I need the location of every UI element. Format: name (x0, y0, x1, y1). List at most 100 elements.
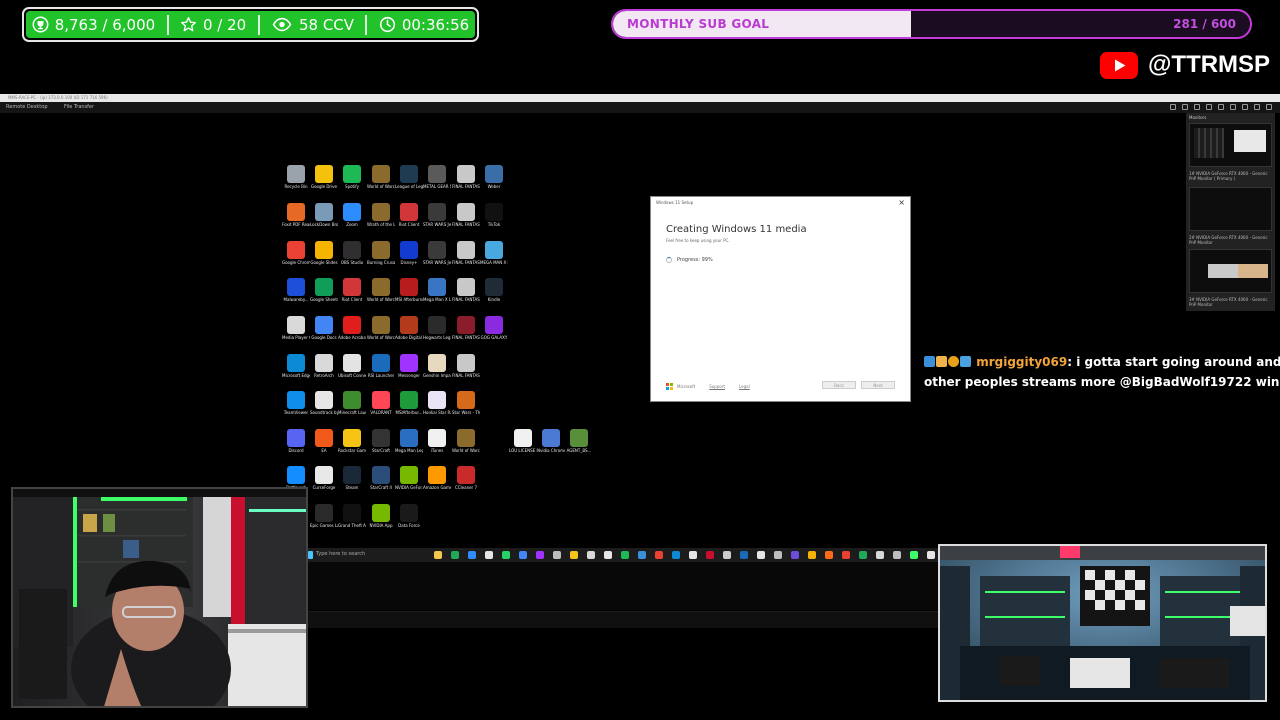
desktop-icon[interactable]: World of Warcraft... (367, 316, 395, 340)
desktop-icon[interactable]: Spotify (338, 165, 366, 189)
support-link[interactable]: Support (709, 384, 725, 389)
taskbar-app-icon[interactable] (876, 551, 884, 559)
desktop-icon[interactable]: STAR WARS Jedi - Sur... (423, 241, 451, 265)
settings-icon[interactable] (1170, 104, 1176, 110)
taskbar-app-icon[interactable] (434, 551, 442, 559)
desktop-icon[interactable]: World of Warcra... (367, 278, 395, 302)
desktop-icon[interactable]: MSI Afterburner (395, 278, 423, 302)
monitor-thumbnail-3[interactable] (1189, 249, 1272, 293)
screenshot-icon[interactable] (1218, 104, 1224, 110)
desktop-icon[interactable]: Google Drive (310, 165, 338, 189)
desktop-icon[interactable]: Mega Man Legacy C... (395, 429, 423, 453)
desktop-icon[interactable]: Microsoft Edge (282, 354, 310, 378)
taskbar-app-icon[interactable] (519, 551, 527, 559)
desktop-icon[interactable]: LOU LICENSE KEY (509, 429, 537, 453)
desktop-icon[interactable]: NVIDIA App (367, 504, 395, 528)
desktop-icon[interactable]: Rockstar Games ... (338, 429, 366, 453)
desktop-icon[interactable]: FINAL FANTAS... (452, 354, 480, 378)
desktop-icon[interactable]: Discord (282, 429, 310, 453)
desktop-icon[interactable]: MEGA MAN X DiVE Offl... (480, 241, 508, 265)
desktop-icon[interactable]: METAL GEAR SOLID & DE... (423, 165, 451, 189)
desktop-icon[interactable]: FINAL FANTASY... (452, 278, 480, 302)
taskbar-app-icon[interactable] (672, 551, 680, 559)
chat-icon[interactable] (1194, 104, 1200, 110)
desktop-icon[interactable]: Weber (480, 165, 508, 189)
taskbar-app-icon[interactable] (825, 551, 833, 559)
taskbar-app-icon[interactable] (689, 551, 697, 559)
desktop-icon[interactable]: World of Warcraft (367, 165, 395, 189)
desktop-icon[interactable]: FINAL FANTASY V... (452, 241, 480, 265)
desktop-icon[interactable]: Epic Games Launcher (310, 504, 338, 528)
monitor-icon[interactable] (1182, 104, 1188, 110)
monitor-thumbnail-2[interactable] (1189, 187, 1272, 231)
desktop-icon[interactable]: Hogwarts Legacy (423, 316, 451, 340)
desktop-icon[interactable]: OBS Studio (338, 241, 366, 265)
desktop-icon[interactable]: Messenger (395, 354, 423, 378)
desktop-icon[interactable]: iTunes (423, 429, 451, 453)
desktop-icon[interactable]: RSI Launcher (367, 354, 395, 378)
desktop-icon[interactable]: Amazon Games (423, 466, 451, 490)
taskbar-app-icon[interactable] (893, 551, 901, 559)
taskbar-app-icon[interactable] (910, 551, 918, 559)
desktop-icon[interactable]: Malwareby... (282, 278, 310, 302)
desktop-icon[interactable]: Media Player Classic (282, 316, 310, 340)
desktop-icon[interactable]: CurseForge (310, 466, 338, 490)
taskbar-app-icon[interactable] (655, 551, 663, 559)
monitor-thumbnail-1[interactable] (1189, 123, 1272, 167)
record-icon[interactable] (1230, 104, 1236, 110)
desktop-icon[interactable]: VALORANT (367, 391, 395, 415)
desktop-icon[interactable]: Zoom (338, 203, 366, 227)
desktop-icon[interactable]: Soundtrack by Twitch (310, 391, 338, 415)
desktop-icon[interactable]: Riot Client (395, 203, 423, 227)
taskbar-app-icon[interactable] (927, 551, 935, 559)
desktop-icon[interactable]: Adobe Acrobat (338, 316, 366, 340)
desktop-icon[interactable]: Kindle (480, 278, 508, 302)
desktop-icon[interactable]: FINAL FANTASY XV (452, 316, 480, 340)
taskbar-app-icon[interactable] (553, 551, 561, 559)
back-button[interactable]: Back (822, 381, 856, 389)
desktop-icon[interactable]: Riot Client (338, 278, 366, 302)
close-icon[interactable]: × (898, 198, 905, 207)
taskbar-app-icon[interactable] (774, 551, 782, 559)
desktop-icon[interactable]: Google Chrome (282, 241, 310, 265)
desktop-icon[interactable]: Steam (338, 466, 366, 490)
desktop-icon[interactable]: FINAL FANTASY (452, 165, 480, 189)
desktop-icon[interactable]: Nvidia Chrome 93... (537, 429, 565, 453)
desktop-icon[interactable]: League of Legends (395, 165, 423, 189)
tab-remote-desktop[interactable]: Remote Desktop (6, 104, 48, 110)
desktop-icon[interactable]: Mega Man X Legacy Co... (423, 278, 451, 302)
desktop-icon[interactable]: Google Docs (310, 316, 338, 340)
desktop-icon[interactable]: Foxit PDF Reader (282, 203, 310, 227)
taskbar-app-icon[interactable] (604, 551, 612, 559)
taskbar-app-icon[interactable] (451, 551, 459, 559)
taskbar-app-icon[interactable] (842, 551, 850, 559)
desktop-icon[interactable]: Data Force (395, 504, 423, 528)
desktop-icon[interactable]: TeamViewer (282, 391, 310, 415)
desktop-icon[interactable]: EA (310, 429, 338, 453)
desktop-icon[interactable]: TikTok (480, 203, 508, 227)
fullscreen-icon[interactable] (1242, 104, 1248, 110)
taskbar-app-icon[interactable] (791, 551, 799, 559)
taskbar-app-icon[interactable] (808, 551, 816, 559)
desktop-icon[interactable]: STAR WARS Jedi Fallen... (423, 203, 451, 227)
desktop-icon[interactable]: Honkai Star Rail (423, 391, 451, 415)
desktop-icon[interactable]: Genshin Impact (423, 354, 451, 378)
desktop-icon[interactable]: Minecraft Launcher (338, 391, 366, 415)
taskbar-app-icon[interactable] (502, 551, 510, 559)
close-icon[interactable] (1266, 104, 1272, 110)
taskbar-app-icon[interactable] (536, 551, 544, 559)
taskbar-app-icon[interactable] (859, 551, 867, 559)
taskbar-search-input[interactable]: Type here to search (316, 551, 434, 559)
taskbar-app-icon[interactable] (468, 551, 476, 559)
desktop-icon[interactable]: Burning Crusa... (367, 241, 395, 265)
desktop-icon[interactable]: Star Wars - The Old ... (452, 391, 480, 415)
desktop-icon[interactable]: Adobe Digital Editions 4.5 (395, 316, 423, 340)
desktop-icon[interactable]: StarCraft (367, 429, 395, 453)
desktop-icon[interactable]: AGENT_BS... (565, 429, 593, 453)
desktop-icon[interactable]: Wrath of the Lich King ... (367, 203, 395, 227)
desktop-icon[interactable]: MSIAfterbur... (395, 391, 423, 415)
taskbar-app-icon[interactable] (740, 551, 748, 559)
taskbar-app-icon[interactable] (570, 551, 578, 559)
taskbar-app-icon[interactable] (587, 551, 595, 559)
minimize-icon[interactable] (1254, 104, 1260, 110)
